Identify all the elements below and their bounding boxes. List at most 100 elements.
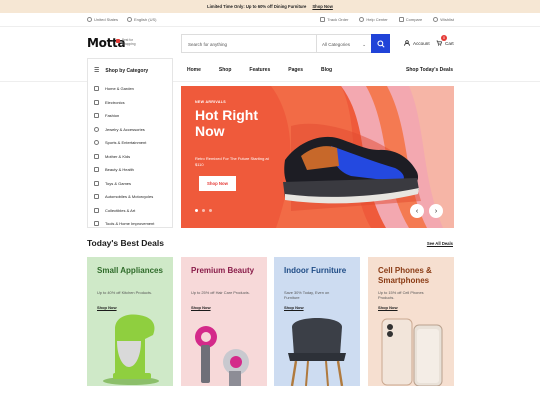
carousel-dot-2[interactable] — [202, 209, 205, 212]
help-center-link[interactable]: Help Center — [359, 17, 388, 22]
promo-text: Limited Time Only: Up to 60% off Dining … — [207, 4, 307, 9]
sidebar-item-collectibles[interactable]: Collectibles & Art — [88, 204, 172, 218]
wrench-icon — [94, 221, 99, 227]
hair-dryer-image — [195, 326, 249, 386]
sidebar-item-label: Tools & Home Improvement — [105, 221, 155, 227]
track-order-label: Track Order — [327, 17, 349, 22]
category-sidebar: Home & Garden Electronics Fashion Jewelr… — [87, 82, 173, 228]
hero-title: Hot Right Now — [195, 107, 258, 139]
see-all-deals-link[interactable]: See All Deals — [427, 241, 453, 246]
car-icon — [94, 194, 99, 200]
promo-link[interactable]: Shop Now — [312, 4, 332, 9]
cart-link[interactable]: Cart — [436, 40, 454, 46]
sidebar-item-tools[interactable]: Tools & Home Improvement — [88, 217, 172, 231]
compare-link[interactable]: Compare — [398, 17, 422, 22]
track-order-link[interactable]: Track Order — [320, 17, 348, 22]
main-nav: ☰ Shop by Category Home Shop Features Pa… — [0, 58, 540, 82]
sidebar-item-home-garden[interactable]: Home & Garden — [88, 82, 172, 96]
utility-bar: United States English (US) Track Order H… — [0, 13, 540, 27]
logo-tagline: Best for Shopping — [122, 38, 136, 46]
wishlist-label: Wishlist — [440, 17, 454, 22]
cart-icon — [436, 40, 442, 46]
sidebar-item-label: Electronics — [105, 99, 125, 105]
search-bar: Search for anything All Categories ⌄ — [181, 34, 390, 53]
search-button[interactable] — [371, 34, 390, 53]
heart-icon — [433, 17, 439, 22]
ring-icon — [94, 126, 99, 132]
category-select[interactable]: All Categories ⌄ — [316, 35, 371, 52]
hero-shop-now-button[interactable]: Shop Now — [199, 176, 236, 191]
account-label: Account — [413, 40, 430, 46]
palette-icon — [94, 207, 99, 213]
shop-by-category-label: Shop by Category — [105, 67, 149, 74]
nav-home[interactable]: Home — [187, 67, 201, 73]
sidebar-item-electronics[interactable]: Electronics — [88, 96, 172, 110]
shop-today-deals-link[interactable]: Shop Today's Deals — [406, 58, 453, 82]
user-icon — [404, 40, 410, 46]
country-selector[interactable]: United States — [87, 17, 118, 22]
sidebar-item-label: Fashion — [105, 113, 120, 119]
sidebar-item-label: Home & Garden — [105, 86, 134, 92]
sofa-icon — [94, 86, 99, 92]
wishlist-link[interactable]: Wishlist — [433, 17, 454, 22]
shop-by-category-button[interactable]: ☰ Shop by Category — [87, 58, 173, 82]
promo-bar: Limited Time Only: Up to 60% off Dining … — [0, 0, 540, 13]
nav-features[interactable]: Features — [249, 67, 270, 73]
ball-icon — [94, 140, 99, 146]
sidebar-item-toys[interactable]: Toys & Games — [88, 177, 172, 191]
search-input[interactable]: Search for anything — [182, 35, 316, 52]
sidebar-item-sports[interactable]: Sports & Entertainment — [88, 136, 172, 150]
menu-icon: ☰ — [94, 68, 100, 74]
location-icon — [87, 17, 92, 22]
shirt-icon — [94, 113, 99, 119]
hero-tag: NEW ARRIVALS — [195, 100, 226, 104]
smartphones-image — [381, 318, 443, 386]
lipstick-icon — [94, 167, 99, 173]
nav-shop[interactable]: Shop — [219, 67, 232, 73]
sidebar-item-jewelry[interactable]: Jewelry & Accessories — [88, 123, 172, 137]
category-select-label: All Categories — [322, 42, 351, 47]
deal-card-phones[interactable]: Cell Phones & Smartphones Up to 15% off … — [368, 257, 454, 386]
sidebar-item-label: Mother & Kids — [105, 153, 131, 159]
stand-mixer-image — [103, 314, 159, 385]
chevron-right-icon: › — [434, 207, 438, 215]
sidebar-item-label: Sports & Entertainment — [105, 140, 147, 146]
sidebar-item-label: Toys & Games — [105, 180, 132, 186]
sidebar-item-automobiles[interactable]: Automobiles & Motorcycles — [88, 190, 172, 204]
nav-blog[interactable]: Blog — [321, 67, 332, 73]
carousel-dots — [195, 209, 212, 212]
header: Motta Best for Shopping Search for anyth… — [0, 27, 540, 58]
nav-pages[interactable]: Pages — [288, 67, 303, 73]
sidebar-item-beauty[interactable]: Beauty & Health — [88, 163, 172, 177]
compare-icon — [398, 17, 404, 22]
chair-image — [288, 318, 346, 386]
cart-count-badge: 0 — [441, 35, 447, 41]
help-center-label: Help Center — [366, 17, 388, 22]
logo-mark-icon — [116, 39, 120, 43]
deal-card-beauty[interactable]: Premium Beauty Up to 25% off Hair Care P… — [181, 257, 267, 386]
sidebar-item-mother-kids[interactable]: Mother & Kids — [88, 150, 172, 164]
next-slide-button[interactable]: › — [429, 204, 443, 218]
sidebar-item-fashion[interactable]: Fashion — [88, 109, 172, 123]
deal-card-furniture[interactable]: Indoor Furniture Save 30% Today, Even on… — [274, 257, 360, 386]
language-selector[interactable]: English (US) — [127, 17, 156, 22]
carousel-dot-1[interactable] — [195, 209, 198, 212]
sidebar-item-label: Beauty & Health — [105, 167, 134, 173]
sidebar-item-label: Collectibles & Art — [105, 207, 136, 213]
account-link[interactable]: Account — [404, 40, 430, 46]
headset-icon — [359, 17, 365, 22]
sidebar-item-label: Automobiles & Motorcycles — [105, 194, 154, 200]
carousel-dot-3[interactable] — [209, 209, 212, 212]
globe-icon — [127, 17, 133, 22]
baby-icon — [94, 153, 99, 159]
prev-slide-button[interactable]: ‹ — [410, 204, 424, 218]
toy-icon — [94, 180, 99, 186]
deal-card-appliances[interactable]: Small Appliances Up to 40% off Kitchen P… — [87, 257, 173, 386]
language-label: English (US) — [134, 17, 157, 22]
logo[interactable]: Motta — [87, 36, 126, 50]
box-icon — [320, 17, 326, 22]
hero-subtitle: Retro Remixed For The Future Starting at… — [195, 156, 269, 167]
deals-heading: Today's Best Deals — [87, 238, 164, 248]
chevron-left-icon: ‹ — [415, 207, 419, 215]
chevron-down-icon: ⌄ — [362, 42, 366, 47]
